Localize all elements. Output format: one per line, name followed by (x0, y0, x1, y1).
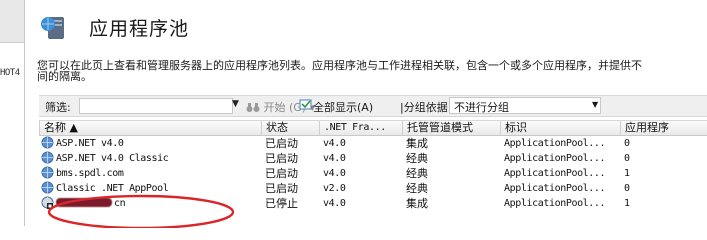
filter-label: 筛选: (45, 101, 71, 114)
row-identity: ApplicationPool... (504, 153, 606, 164)
row-app-count: 0 (624, 153, 630, 164)
app-pool-list: 名称 ▲ 状态 .NET Fra... 托管管道模式 标识 应用程序 ASP.N… (39, 120, 707, 211)
row-status: 已启动 (265, 137, 298, 150)
page-description: 您可以在此页上查看和管理服务器上的应用程序池列表。应用程序池与工作进程相关联，包… (37, 60, 707, 82)
column-header-pipeline-mode[interactable]: 托管管道模式 (402, 121, 500, 135)
row-app-count: 0 (624, 138, 630, 149)
show-all-button[interactable]: 全部显示(A) (299, 99, 373, 115)
list-header: 名称 ▲ 状态 .NET Fra... 托管管道模式 标识 应用程序 (39, 120, 707, 136)
table-row[interactable]: Classic .NET AppPool 已启动 v2.0 经典 Applica… (39, 181, 707, 196)
chevron-down-icon: ▼ (592, 100, 599, 109)
app-pool-running-icon (41, 136, 54, 149)
column-header-identity[interactable]: 标识 (500, 121, 620, 135)
main-panel: 应用程序池 您可以在此页上查看和管理服务器上的应用程序池列表。应用程序池与工作进… (25, 0, 707, 228)
server-node-label[interactable]: HOT4 (0, 68, 20, 78)
redaction-mark (56, 198, 112, 207)
application-pool-icon (41, 17, 64, 39)
row-identity: ApplicationPool... (504, 183, 606, 194)
group-by-label: |分组依据: (400, 101, 452, 114)
column-header-name[interactable]: 名称 ▲ (39, 121, 261, 135)
row-net-version: v4.0 (323, 168, 346, 179)
group-by-value: 不进行分组 (454, 101, 509, 114)
row-name[interactable]: cn (39, 196, 261, 211)
table-row[interactable]: ASP.NET v4.0 已启动 v4.0 集成 ApplicationPool… (39, 136, 707, 151)
connections-pane: HOT4 (0, 0, 25, 226)
binoculars-icon (246, 103, 260, 112)
row-identity: ApplicationPool... (504, 168, 606, 179)
table-row[interactable]: ASP.NET v4.0 Classic 已启动 v4.0 经典 Applica… (39, 151, 707, 166)
description-line-2: 间的隔离。 (37, 70, 92, 83)
column-header-status[interactable]: 状态 (261, 121, 319, 135)
app-pool-stopped-icon (41, 196, 54, 209)
table-row[interactable]: bms.spdl.com 已启动 v4.0 经典 ApplicationPool… (39, 166, 707, 181)
column-header-applications[interactable]: 应用程序 (620, 121, 707, 135)
description-line-1: 您可以在此页上查看和管理服务器上的应用程序池列表。应用程序池与工作进程相关联，包… (37, 59, 642, 72)
app-pool-running-icon (41, 166, 54, 179)
app-pool-running-icon (41, 151, 54, 164)
app-pool-running-icon (41, 181, 54, 194)
row-status: 已启动 (265, 182, 298, 195)
row-app-count: 1 (624, 198, 630, 209)
show-all-label: 全部显示(A) (313, 101, 374, 114)
filter-dropdown-arrow-icon[interactable]: ▼ (232, 99, 239, 109)
filter-toolbar: 筛选: ▼ 开始 (G) ▾ 全部显示(A) |分组依据: 不进行分组 ▼ (39, 95, 707, 117)
row-net-version: v4.0 (323, 198, 346, 209)
row-status: 已启动 (265, 167, 298, 180)
row-identity: ApplicationPool... (504, 198, 606, 209)
show-all-icon (299, 99, 312, 110)
group-by-select[interactable]: 不进行分组 ▼ (449, 97, 601, 114)
row-status: 已停止 (265, 197, 298, 210)
table-row[interactable]: cn 已停止 v4.0 集成 ApplicationPool... 1 (39, 196, 707, 211)
connections-toolbar (0, 0, 24, 43)
row-pipeline-mode: 经典 (406, 152, 428, 165)
row-app-count: 1 (624, 168, 630, 179)
row-pipeline-mode: 集成 (406, 197, 428, 210)
column-header-net-framework[interactable]: .NET Fra... (319, 121, 402, 135)
row-pipeline-mode: 经典 (406, 182, 428, 195)
page-title: 应用程序池 (89, 18, 190, 40)
filter-input[interactable] (79, 98, 233, 114)
row-net-version: v2.0 (323, 183, 346, 194)
row-identity: ApplicationPool... (504, 138, 606, 149)
row-status: 已启动 (265, 152, 298, 165)
row-app-count: 0 (624, 183, 630, 194)
row-name[interactable]: ASP.NET v4.0 (39, 136, 261, 151)
row-pipeline-mode: 经典 (406, 167, 428, 180)
row-pipeline-mode: 集成 (406, 137, 428, 150)
row-name[interactable]: bms.spdl.com (39, 166, 261, 181)
row-name[interactable]: Classic .NET AppPool (39, 181, 261, 196)
row-name[interactable]: ASP.NET v4.0 Classic (39, 151, 261, 166)
row-net-version: v4.0 (323, 153, 346, 164)
row-net-version: v4.0 (323, 138, 346, 149)
